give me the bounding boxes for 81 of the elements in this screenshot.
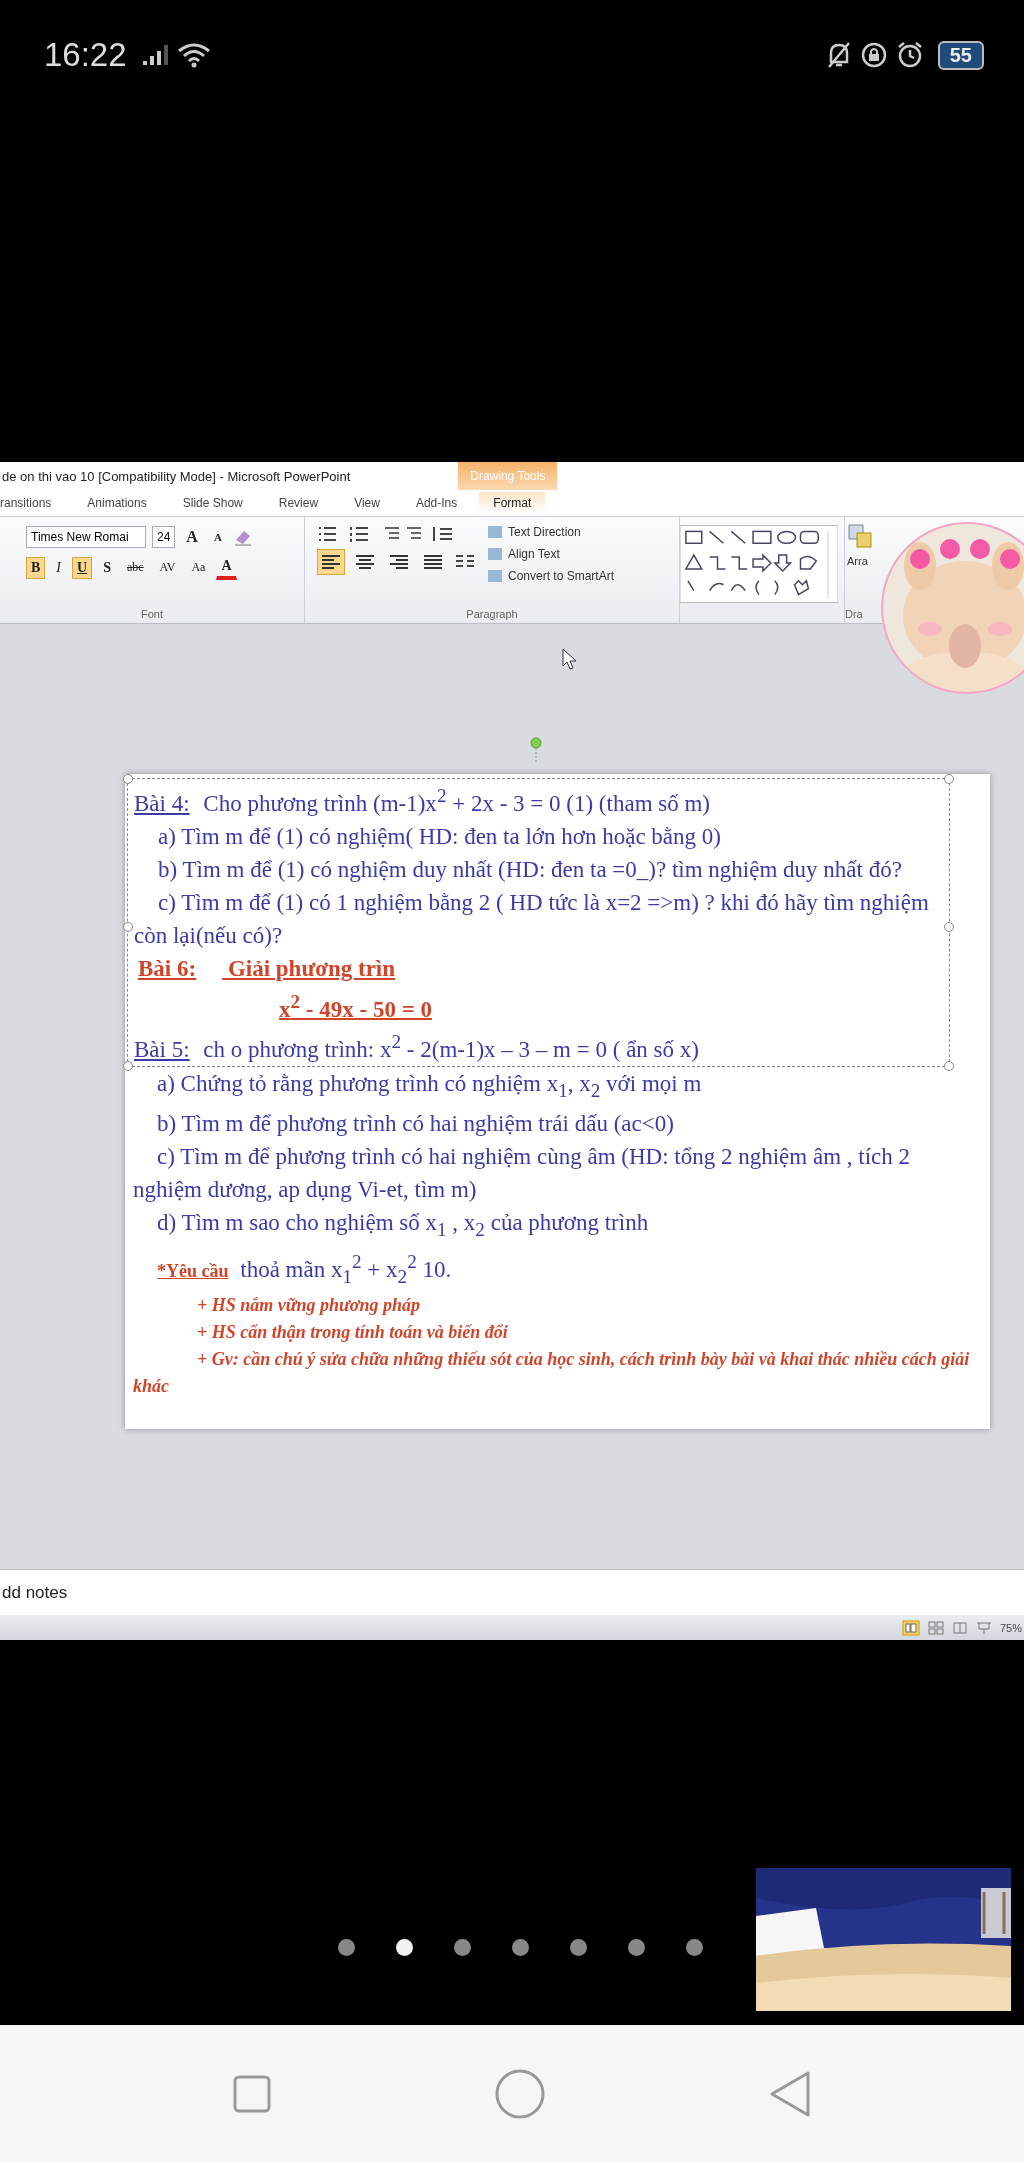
page-dot[interactable] — [338, 1939, 355, 1956]
resize-handle[interactable] — [944, 922, 954, 933]
page-dot[interactable] — [396, 1939, 413, 1956]
text-command[interactable]: Align Text — [506, 545, 562, 563]
signal-icon — [142, 45, 169, 65]
exercise-label: *Yêu cầu — [157, 1260, 229, 1281]
align-button[interactable] — [317, 549, 345, 575]
exercise-heading: ch o phương trình: x$^{2}$ - 2(m-1)x – 3 – m = 0 ( ẩn số x) — [203, 1036, 699, 1062]
ribbon-tab[interactable]: Slide Show — [182, 492, 243, 514]
ribbon-tab[interactable]: Format — [479, 492, 546, 514]
ribbon-tab[interactable]: ransitions — [0, 492, 52, 514]
slideshow-view-icon[interactable] — [975, 1620, 992, 1635]
arrange-button[interactable]: Arra — [847, 555, 868, 567]
format-button[interactable]: U — [72, 556, 93, 579]
mouse-pointer-icon — [562, 648, 578, 670]
teacher-note: + Gv: cần chú ý sửa chữa những thiếu sót của học sinh, cách trình bày bài và khai thác nhiều cách giải khác — [133, 1348, 971, 1399]
lock-rotation-icon — [859, 41, 888, 69]
page-dot[interactable] — [628, 1939, 645, 1956]
format-button[interactable]: I — [51, 556, 66, 579]
exercise-item: b) Tìm m để phương trình có hai nghiệm trái dấu (ac<0) — [156, 1109, 675, 1138]
group-label: Dra — [845, 608, 864, 620]
back-button[interactable] — [768, 2069, 813, 2118]
sorter-view-icon[interactable] — [927, 1620, 944, 1635]
page-dot[interactable] — [686, 1939, 703, 1956]
resize-handle[interactable] — [123, 922, 133, 933]
text-command[interactable]: Convert to SmartArt — [506, 567, 617, 585]
shrink-font-button[interactable]: A — [208, 528, 227, 546]
ribbon-tab[interactable]: Animations — [87, 492, 147, 514]
resize-handle[interactable] — [123, 1060, 133, 1071]
zoom-level[interactable]: 75% — [999, 1621, 1022, 1634]
ribbon-tab[interactable]: View — [354, 492, 380, 514]
exercise-item: a) Tìm m để (1) có nghiệm( HD: đen ta lớn hơn hoặc bằng 0) — [157, 822, 722, 851]
exercise-label: Bài 6: — [138, 955, 197, 981]
format-button[interactable]: Aa — [186, 557, 211, 578]
window-title: de on thi vao 10 [Compatibility Mode] - Microsoft PowerPoint — [2, 468, 351, 484]
format-button[interactable]: S — [98, 556, 116, 579]
page-dot[interactable] — [454, 1939, 471, 1956]
resize-handle[interactable] — [944, 1060, 954, 1071]
ribbon-tab[interactable]: Review — [278, 492, 319, 514]
page-dot[interactable] — [570, 1939, 587, 1956]
exercise-label: Bài 5: — [134, 1036, 190, 1062]
exercise-label: Bài 4: — [134, 790, 190, 816]
exercise-item: c) Tìm m để phương trình có hai nghiệm cùng âm (HD: tổng 2 nghiệm âm , tích 2 nghiệm dương, ap dụng Vi-et, tìm m) — [133, 1142, 912, 1204]
teacher-note: + HS cẩn thận trong tính toán và biến đổi — [196, 1321, 509, 1345]
home-button[interactable] — [495, 2068, 545, 2119]
eraser-icon[interactable] — [232, 528, 253, 546]
rotation-handle[interactable] — [530, 737, 542, 763]
recents-button[interactable] — [231, 2073, 272, 2114]
group-label: Paragraph — [465, 608, 519, 620]
text-command[interactable]: Text Direction — [506, 523, 583, 541]
context-tab-label: Drawing Tools — [458, 462, 558, 490]
exercise-heading: Giải phương trìn — [227, 955, 396, 981]
font-size-field[interactable]: 24 — [152, 526, 176, 548]
resize-handle[interactable] — [944, 774, 954, 784]
clock: 16:22 — [44, 36, 127, 74]
normal-view-icon[interactable] — [901, 1619, 920, 1636]
bell-off-icon — [825, 41, 852, 69]
grow-font-button[interactable]: A — [181, 525, 203, 549]
ribbon-tab[interactable]: Add-Ins — [415, 492, 458, 514]
battery-level: 55 — [937, 40, 984, 70]
format-button[interactable]: B — [26, 556, 46, 579]
wifi-icon — [176, 42, 211, 68]
exercise-heading: Cho phương trình (m-1)x$^{2}$ + 2x - 3 = 0 (1) (tham số m) — [203, 790, 711, 816]
teacher-note: + HS nắm vững phương pháp — [196, 1294, 422, 1318]
reading-view-icon[interactable] — [951, 1620, 968, 1635]
notes-field[interactable]: dd notes — [0, 1569, 1024, 1615]
exercise-item: a) Chứng tỏ rằng phương trình có nghiệm x$_{1}$, x$_{2}$ với mọi m — [156, 1069, 703, 1103]
page-dot[interactable] — [512, 1939, 529, 1956]
exercise-item: c) Tìm m để (1) có 1 nghiệm bằng 2 ( HD tức là x=2 =>m) ? khi đó hãy tìm nghiệm còn lại(nếu có)? — [134, 888, 930, 950]
resize-handle[interactable] — [123, 774, 133, 784]
format-button[interactable]: AV — [154, 557, 181, 578]
line-spacing-icon[interactable] — [431, 525, 455, 543]
font-name-field[interactable]: Times New Romai — [26, 526, 146, 548]
equation: x$^{2}$ - 49x - 50 = 0 — [278, 989, 433, 1024]
requirement-line: thoả mãn x$_{1}$$^{2}$ + x$_{2}$$^{2}$ 10. — [240, 1256, 452, 1282]
exercise-item: d) Tìm m sao cho nghiệm số x$_{1}$ , x$_{2}$ của phương trình — [156, 1208, 650, 1242]
format-button[interactable]: abc — [121, 557, 149, 578]
group-label: Font — [140, 608, 164, 620]
font-color-button[interactable]: A — [216, 555, 237, 580]
exercise-item: b) Tìm m để (1) có nghiệm duy nhất (HD: đen ta =0_)? tìm nghiệm duy nhất đó? — [157, 855, 903, 884]
shapes-gallery[interactable] — [680, 525, 838, 603]
